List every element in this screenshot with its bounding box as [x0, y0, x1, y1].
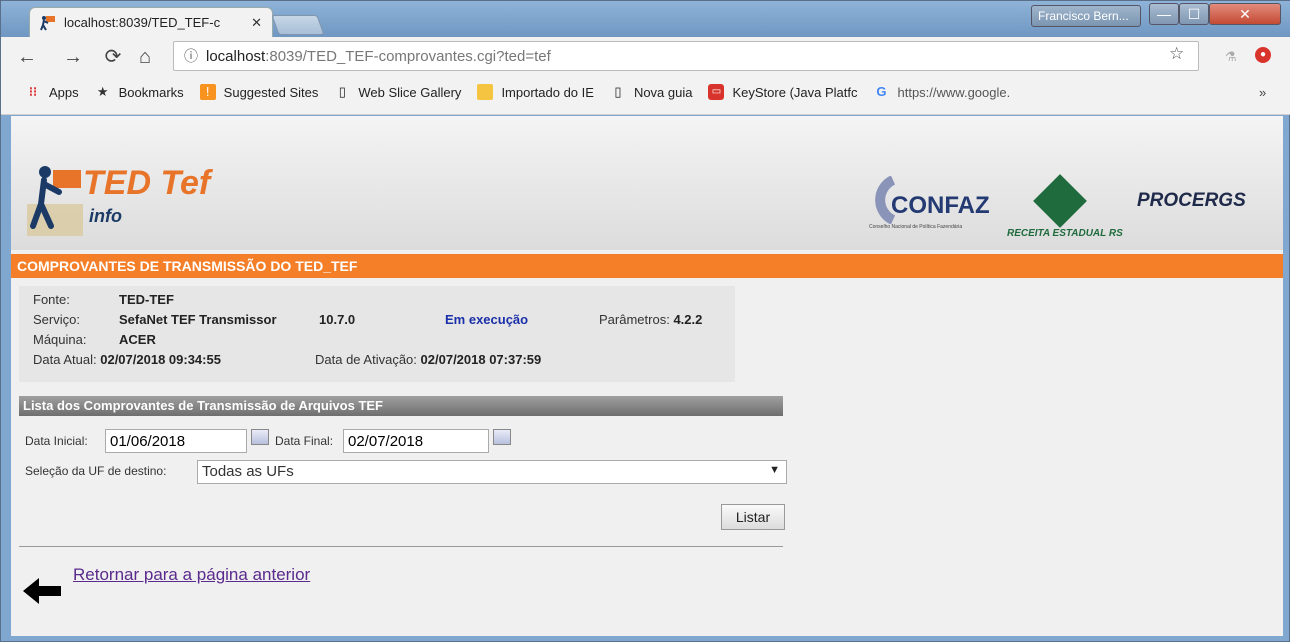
- folder-icon: [477, 84, 494, 100]
- bookmark-label: Importado do IE: [501, 84, 594, 100]
- maximize-button[interactable]: ☐: [1179, 3, 1209, 25]
- url-path: :8039/TED_TEF-comprovantes.cgi?ted=tef: [265, 47, 551, 65]
- browser-window: localhost:8039/TED_TEF-c ✕ Francisco Ber…: [0, 0, 1290, 642]
- data-final-input[interactable]: [343, 429, 489, 453]
- back-icon[interactable]: ←: [15, 45, 39, 69]
- minimize-button[interactable]: —: [1149, 3, 1179, 25]
- data-atual-value: 02/07/2018 09:34:55: [100, 352, 221, 367]
- servico-label: Serviço:: [33, 312, 80, 327]
- browser-tab[interactable]: localhost:8039/TED_TEF-c ✕: [29, 7, 273, 37]
- page-content: TED Tef info CONFAZ Conselho Nacional de…: [11, 116, 1283, 636]
- parametros-label: Parâmetros:: [599, 312, 670, 327]
- maquina-value: ACER: [119, 332, 156, 347]
- bookmark-web-slice-gallery[interactable]: ▯ Web Slice Gallery: [334, 84, 462, 100]
- data-inicial-input[interactable]: [105, 429, 247, 453]
- dropdown-arrow-icon: ▼: [769, 464, 780, 476]
- data-ativacao-value: 02/07/2018 07:37:59: [420, 352, 542, 367]
- data-ativacao-label: Data de Ativação:: [315, 352, 417, 367]
- data-final-label: Data Final:: [275, 434, 334, 448]
- bookmark-nova-guia[interactable]: ▯ Nova guia: [610, 84, 693, 100]
- extension-icon[interactable]: ⚗: [1225, 49, 1237, 65]
- bookmark-label: Bookmarks: [118, 84, 184, 100]
- maquina-label: Máquina:: [33, 332, 87, 347]
- bookmark-label: Web Slice Gallery: [358, 84, 462, 100]
- header-banner: TED Tef info CONFAZ Conselho Nacional de…: [11, 116, 1283, 250]
- ted-tef-favicon-icon: [40, 15, 56, 31]
- section-title: Lista dos Comprovantes de Transmissão de…: [19, 396, 783, 416]
- confaz-logo: CONFAZ Conselho Nacional de Política Faz…: [869, 176, 995, 232]
- ted-tef-logo-icon: [27, 164, 83, 236]
- data-atual-label: Data Atual:: [33, 352, 97, 367]
- uf-selected-value: Todas as UFs: [202, 463, 294, 480]
- receita-label: RECEITA ESTADUAL RS: [1007, 228, 1123, 239]
- java-icon: ▭: [708, 84, 725, 100]
- bookmark-label: Suggested Sites: [223, 84, 319, 100]
- url-host: localhost: [206, 47, 266, 65]
- apps-grid-icon: ⁝⁝: [28, 84, 38, 99]
- bookmark-bookmarks[interactable]: ★ Bookmarks: [95, 84, 184, 100]
- close-tab-icon[interactable]: ✕: [251, 15, 262, 31]
- calendar-icon[interactable]: [493, 429, 511, 445]
- servico-version: 10.7.0: [319, 312, 356, 327]
- uf-select[interactable]: Todas as UFs ▼: [197, 460, 787, 484]
- bookmark-label: https://www.google.: [897, 84, 1011, 100]
- adblock-extension-icon[interactable]: ●: [1255, 47, 1271, 63]
- bookmark-suggested-sites[interactable]: ! Suggested Sites: [199, 84, 319, 100]
- bookmark-star-icon[interactable]: ☆: [1169, 44, 1184, 64]
- google-icon: G: [876, 84, 887, 99]
- star-icon: ★: [96, 84, 109, 99]
- profile-button[interactable]: Francisco Bern...: [1031, 5, 1141, 27]
- bookmark-label: KeyStore (Java Platfc: [732, 84, 858, 100]
- calendar-icon[interactable]: [251, 429, 269, 445]
- data-inicial-label: Data Inicial:: [25, 434, 88, 448]
- fonte-label: Fonte:: [33, 292, 70, 307]
- bookmark-label: Apps: [49, 84, 79, 100]
- receita-logo: RECEITA ESTADUAL RS: [1007, 174, 1127, 242]
- tab-title: localhost:8039/TED_TEF-c: [64, 15, 221, 30]
- back-arrow-icon[interactable]: [23, 576, 63, 606]
- reload-icon[interactable]: ⟳: [101, 45, 125, 69]
- divider: [19, 546, 783, 547]
- receita-diamond-icon: [1033, 174, 1087, 228]
- app-subname: info: [89, 206, 122, 226]
- bookmark-google[interactable]: G https://www.google.: [873, 84, 1010, 100]
- back-link[interactable]: Retornar para a página anterior: [73, 565, 310, 585]
- bookmark-apps[interactable]: ⁝⁝ Apps: [25, 84, 79, 100]
- servico-value: SefaNet TEF Transmissor: [119, 312, 277, 327]
- page-icon: ▯: [338, 84, 346, 99]
- service-info-panel: Fonte: TED-TEF Serviço: SefaNet TEF Tran…: [19, 286, 735, 382]
- fonte-value: TED-TEF: [119, 292, 174, 307]
- listar-button[interactable]: Listar: [721, 504, 785, 530]
- page-icon: ▯: [614, 84, 622, 99]
- bookmark-importado-do-ie[interactable]: Importado do IE: [477, 84, 594, 100]
- new-tab-button[interactable]: [271, 15, 325, 35]
- suggested-sites-icon: !: [199, 84, 216, 100]
- bookmark-label: Nova guia: [633, 84, 693, 100]
- title-bar: localhost:8039/TED_TEF-c ✕ Francisco Ber…: [1, 1, 1290, 37]
- more-bookmarks-icon[interactable]: »: [1259, 85, 1266, 100]
- browser-toolbar: ← → ⟳ ⌂ ⓘ localhost:8039/TED_TEF-comprov…: [1, 37, 1290, 115]
- confaz-subtitle: Conselho Nacional de Política Fazendária: [869, 224, 963, 230]
- uf-label: Seleção da UF de destino:: [25, 464, 167, 478]
- parametros-value: 4.2.2: [673, 312, 703, 327]
- close-window-button[interactable]: ✕: [1209, 3, 1281, 25]
- status-badge: Em execução: [445, 312, 529, 327]
- app-name: TED Tef: [83, 164, 211, 202]
- page-title: COMPROVANTES DE TRANSMISSÃO DO TED_TEF: [11, 254, 1283, 278]
- bookmarks-bar: ⁝⁝ Apps ★ Bookmarks ! Suggested Sites ▯ …: [1, 77, 1290, 107]
- site-info-icon[interactable]: ⓘ: [184, 46, 198, 66]
- forward-icon[interactable]: →: [61, 45, 85, 69]
- address-bar[interactable]: ⓘ localhost:8039/TED_TEF-comprovantes.cg…: [173, 41, 1199, 71]
- home-icon[interactable]: ⌂: [133, 45, 157, 69]
- confaz-label: CONFAZ: [891, 192, 990, 219]
- bookmark-keystore[interactable]: ▭ KeyStore (Java Platfc: [708, 84, 857, 100]
- procergs-logo: PROCERGS: [1137, 190, 1246, 211]
